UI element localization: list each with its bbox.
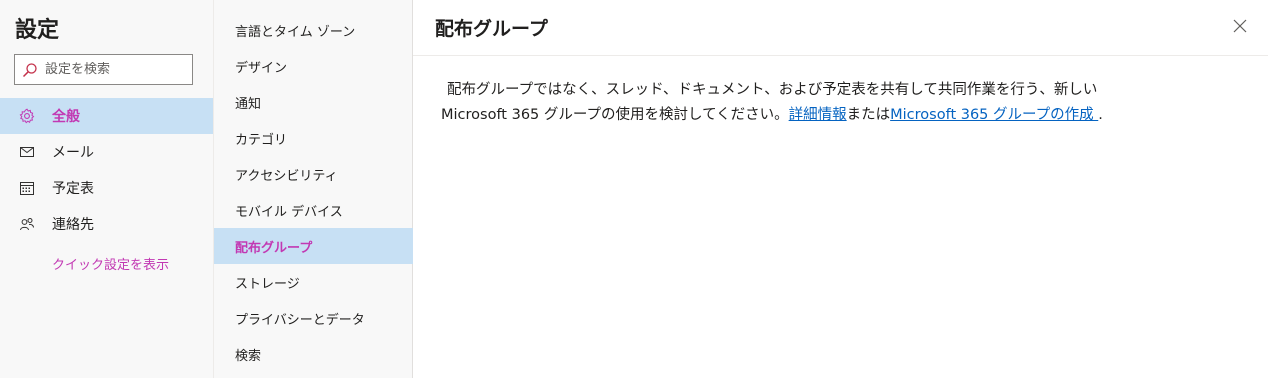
people-icon: [0, 216, 52, 232]
subnav-item-search[interactable]: 検索: [214, 336, 413, 372]
pane-title: 配布グループ: [435, 18, 548, 40]
subnav-item-privacy-data[interactable]: プライバシーとデータ: [214, 300, 413, 336]
description-end-text: .: [1098, 107, 1103, 123]
nav-item-calendar[interactable]: 予定表: [0, 170, 213, 206]
subnav-item-design[interactable]: デザイン: [214, 48, 413, 84]
subnav-item-categories[interactable]: カテゴリ: [214, 120, 413, 156]
close-button[interactable]: [1228, 14, 1252, 38]
nav-item-label: 予定表: [52, 181, 94, 197]
settings-content-pane: 配布グループ 配布グループではなく、スレッド、ドキュメント、および予定表を共有し…: [413, 0, 1268, 378]
settings-dialog: 設定 全般: [0, 0, 1268, 378]
subnav-item-storage[interactable]: ストレージ: [214, 264, 413, 300]
nav-item-label: 連絡先: [52, 217, 94, 233]
close-icon: [1233, 19, 1247, 33]
subnav-item-language-timezone[interactable]: 言語とタイム ゾーン: [214, 12, 413, 48]
nav-item-label: 全般: [52, 109, 80, 125]
gear-icon: [0, 108, 52, 124]
view-quick-settings-link[interactable]: クイック設定を表示: [52, 254, 169, 273]
settings-search-input[interactable]: [45, 62, 185, 77]
description-line-2: Microsoft 365 グループの使用を検討してください。詳細情報またはMi…: [441, 103, 1231, 128]
settings-title: 設定: [15, 18, 60, 43]
subnav-item-accessibility[interactable]: アクセシビリティ: [214, 156, 413, 192]
description-text: Microsoft 365 グループの使用を検討してください。: [441, 107, 789, 123]
nav-item-mail[interactable]: メール: [0, 134, 213, 170]
pane-description: 配布グループではなく、スレッド、ドキュメント、および予定表を共有して共同作業を行…: [441, 78, 1231, 128]
settings-subnav: 言語とタイム ゾーン デザイン 通知 カテゴリ アクセシビリティ モバイル デバ…: [213, 0, 413, 378]
settings-search-box[interactable]: [14, 54, 193, 85]
settings-sidebar: 設定 全般: [0, 0, 213, 378]
create-m365-group-link[interactable]: Microsoft 365 グループの作成: [890, 107, 1098, 123]
calendar-icon: [0, 180, 52, 196]
subnav-item-mobile-devices[interactable]: モバイル デバイス: [214, 192, 413, 228]
subnav-item-notifications[interactable]: 通知: [214, 84, 413, 120]
learn-more-link[interactable]: 詳細情報: [789, 107, 847, 123]
description-line-1: 配布グループではなく、スレッド、ドキュメント、および予定表を共有して共同作業を行…: [447, 82, 1098, 98]
nav-item-label: メール: [52, 145, 94, 161]
pane-header: 配布グループ: [413, 0, 1268, 56]
description-or-text: または: [846, 107, 891, 123]
mail-icon: [0, 144, 52, 160]
nav-item-contacts[interactable]: 連絡先: [0, 206, 213, 242]
search-icon: [15, 55, 45, 84]
subnav-item-distribution-groups[interactable]: 配布グループ: [214, 228, 413, 264]
nav-item-general[interactable]: 全般: [0, 98, 213, 134]
